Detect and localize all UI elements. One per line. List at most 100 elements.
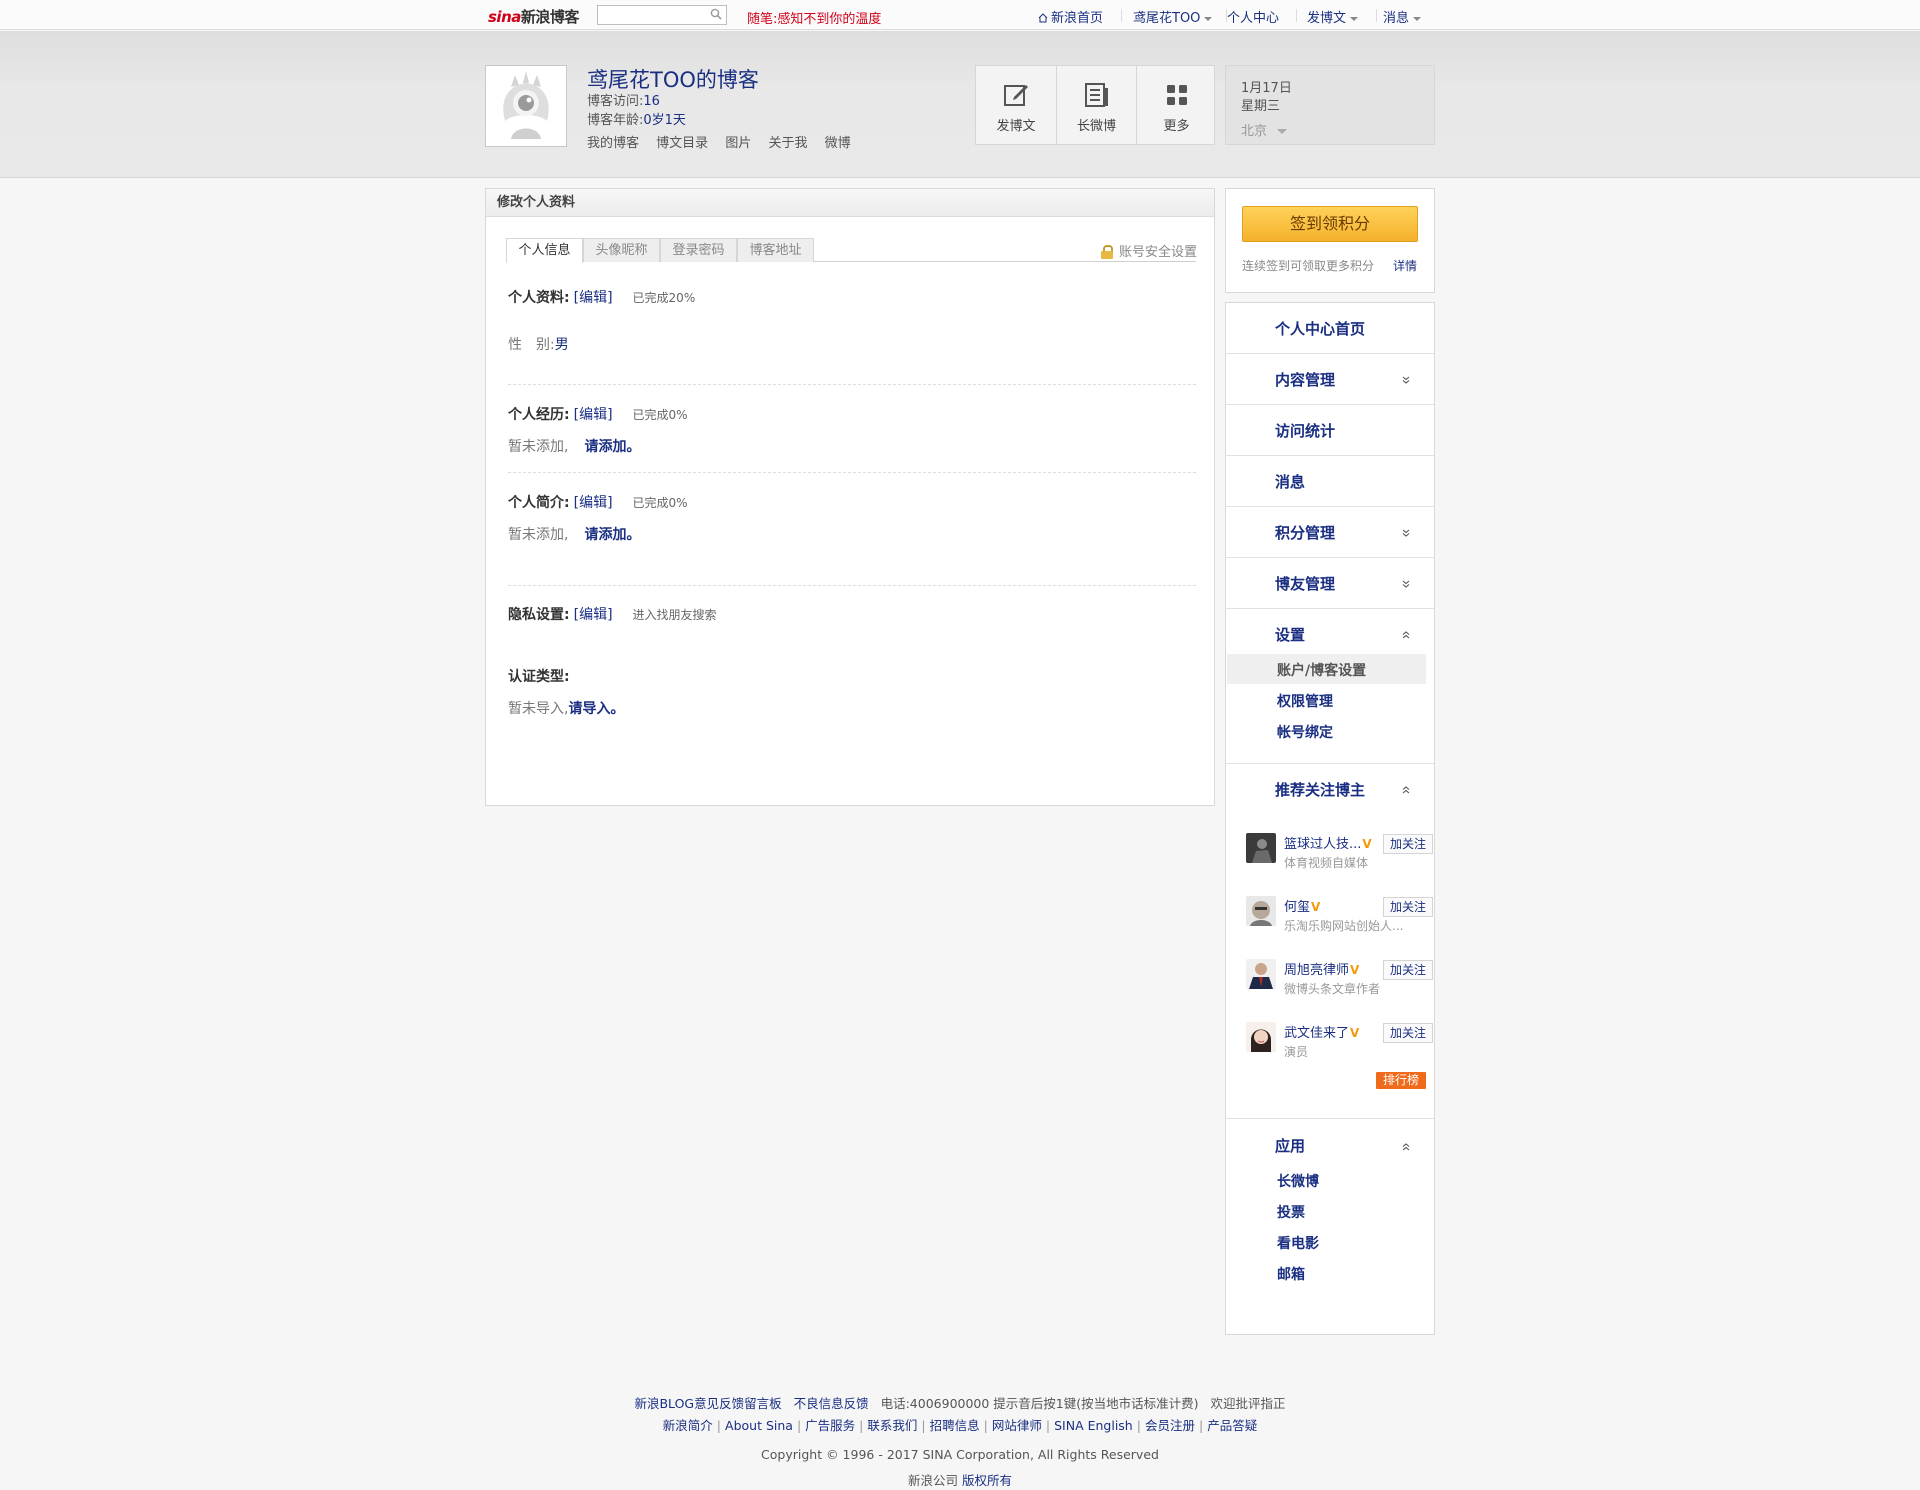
gender-row: 性 别:男: [508, 334, 569, 354]
verified-icon: V: [1350, 963, 1360, 977]
sina-blog-logo[interactable]: sina新浪博客: [488, 6, 579, 27]
footer-report-link[interactable]: 不良信息反馈: [794, 1396, 869, 1411]
sidebar-apps-label[interactable]: 应用: [1275, 1135, 1305, 1156]
city-selector[interactable]: 北京: [1241, 120, 1288, 139]
recommended-blogger-name[interactable]: 何玺V: [1284, 896, 1320, 915]
sidebar-subitem-account-settings[interactable]: 账户/博客设置: [1227, 654, 1426, 684]
sidebar-app-mail-label: 邮箱: [1277, 1267, 1305, 1283]
sidebar-app-vote[interactable]: 投票: [1227, 1196, 1426, 1226]
sidebar-recommend-label[interactable]: 推荐关注博主: [1275, 779, 1365, 800]
edit-experience-link[interactable]: [编辑]: [574, 407, 613, 423]
sidebar-item-content[interactable]: 内容管理: [1226, 354, 1434, 405]
footer-feedback-link[interactable]: 新浪BLOG意见反馈留言板: [634, 1396, 781, 1411]
sidebar-item-home[interactable]: 个人中心首页: [1226, 303, 1434, 354]
nav-personal-center[interactable]: 个人中心: [1227, 7, 1279, 26]
checkin-button[interactable]: 签到领积分: [1242, 206, 1418, 242]
avatar[interactable]: [485, 65, 567, 147]
chevron-up-icon[interactable]: [1402, 786, 1410, 794]
footer-link[interactable]: 联系我们: [867, 1418, 917, 1433]
blog-nav-links: 我的博客 博文目录 图片 关于我 微博: [587, 132, 864, 151]
footer-link[interactable]: 招聘信息: [930, 1418, 980, 1433]
tool-long-weibo[interactable]: 长微博: [1056, 66, 1136, 144]
edit-profile-link[interactable]: [编辑]: [574, 290, 613, 306]
recommended-blogger: 何玺V 乐淘乐购网站创始人... 加关注: [1246, 896, 1434, 946]
avatar[interactable]: [1246, 1022, 1276, 1052]
avatar[interactable]: [1246, 896, 1276, 926]
footer-link[interactable]: 产品答疑: [1207, 1418, 1257, 1433]
sidebar-item-stats[interactable]: 访问统计: [1226, 405, 1434, 456]
checkin-details-link[interactable]: 详情: [1393, 257, 1417, 274]
import-auth-link[interactable]: 请导入。: [568, 701, 624, 717]
tab-login-password[interactable]: 登录密码: [660, 238, 737, 262]
recommended-blogger-name[interactable]: 周旭亮律师V: [1284, 959, 1359, 978]
tab-blog-address[interactable]: 博客地址: [737, 238, 814, 262]
chevron-up-icon[interactable]: [1402, 1143, 1410, 1151]
nav-sina-home-label: 新浪首页: [1051, 11, 1104, 26]
follow-button[interactable]: 加关注: [1383, 834, 1433, 854]
footer-link[interactable]: SINA English: [1054, 1418, 1133, 1433]
suibi-note[interactable]: 随笔:感知不到你的温度: [747, 8, 881, 27]
sidebar-subitem-permissions[interactable]: 权限管理: [1227, 685, 1426, 715]
recommended-blogger-name[interactable]: 篮球过人技...V: [1284, 833, 1372, 852]
footer-link[interactable]: 新浪简介: [663, 1418, 713, 1433]
suibi-label: 随笔:: [747, 12, 778, 27]
footer-company-name: 新浪公司: [907, 1473, 958, 1488]
experience-empty-text: 暂未添加,: [508, 439, 569, 455]
chevron-down-icon: [1350, 16, 1359, 21]
footer-link[interactable]: 会员注册: [1145, 1418, 1195, 1433]
search-icon[interactable]: [710, 8, 722, 20]
sidebar-apps-section: 应用 长微博 投票 看电影 邮箱: [1226, 1119, 1434, 1335]
nav-divider: [1296, 9, 1297, 22]
blog-link-my-blog[interactable]: 我的博客: [587, 136, 639, 151]
ranking-button[interactable]: 排行榜: [1376, 1072, 1426, 1089]
nav-post-menu[interactable]: 发博文: [1307, 7, 1359, 26]
footer-link[interactable]: 广告服务: [805, 1418, 855, 1433]
avatar[interactable]: [1246, 833, 1276, 863]
follow-button[interactable]: 加关注: [1383, 960, 1433, 980]
sidebar-subitem-account-binding[interactable]: 帐号绑定: [1227, 716, 1426, 746]
sidebar-item-settings[interactable]: 设置 账户/博客设置 权限管理 帐号绑定: [1226, 609, 1434, 764]
nav-user-menu[interactable]: 鸢尾花TOO: [1133, 7, 1213, 26]
edit-privacy-link[interactable]: [编辑]: [574, 607, 613, 623]
edit-intro-link[interactable]: [编辑]: [574, 495, 613, 511]
account-security-link[interactable]: 账号安全设置: [1101, 241, 1197, 260]
sidebar-item-stats-label: 访问统计: [1275, 422, 1336, 440]
recommended-blogger-name-text: 武文佳来了: [1284, 1026, 1350, 1041]
tool-more[interactable]: 更多: [1136, 66, 1216, 144]
nav-messages-menu[interactable]: 消息: [1383, 7, 1422, 26]
recommended-blogger: 周旭亮律师V 微博头条文章作者 加关注: [1246, 959, 1434, 1009]
follow-button[interactable]: 加关注: [1383, 1023, 1433, 1043]
add-intro-link[interactable]: 请添加。: [584, 527, 640, 543]
grid-icon: [1166, 85, 1187, 105]
tab-personal-info[interactable]: 个人信息: [506, 238, 583, 263]
footer-copyright: Copyright © 1996 - 2017 SINA Corporation…: [0, 1447, 1920, 1462]
blog-link-catalog[interactable]: 博文目录: [656, 136, 708, 151]
intro-empty-text: 暂未添加,: [508, 527, 569, 543]
follow-button[interactable]: 加关注: [1383, 897, 1433, 917]
tool-post-article[interactable]: 发博文: [976, 66, 1056, 144]
footer-link[interactable]: 网站律师: [992, 1418, 1042, 1433]
nav-messages-label: 消息: [1383, 11, 1410, 26]
blog-link-photos[interactable]: 图片: [725, 136, 751, 151]
sidebar-item-points[interactable]: 积分管理: [1226, 507, 1434, 558]
sidebar-app-movies[interactable]: 看电影: [1227, 1227, 1426, 1257]
account-security-label: 账号安全设置: [1119, 245, 1198, 260]
chevron-up-icon: [1402, 631, 1410, 639]
search-input[interactable]: [598, 6, 703, 24]
sidebar-item-messages[interactable]: 消息: [1226, 456, 1434, 507]
blog-link-about[interactable]: 关于我: [768, 136, 807, 151]
blog-visits-label: 博客访问:: [587, 94, 644, 109]
section-divider: [508, 585, 1196, 586]
add-experience-link[interactable]: 请添加。: [584, 439, 640, 455]
avatar[interactable]: [1246, 959, 1276, 989]
nav-sina-home[interactable]: 新浪首页: [1038, 7, 1103, 26]
quick-tools: 发博文 长微博 更多: [975, 65, 1215, 145]
footer-link[interactable]: About Sina: [725, 1418, 793, 1433]
sidebar-item-friends[interactable]: 博友管理: [1226, 558, 1434, 609]
sidebar-app-mail[interactable]: 邮箱: [1227, 1258, 1426, 1288]
tab-avatar-nickname[interactable]: 头像昵称: [583, 238, 660, 262]
recommended-blogger-name[interactable]: 武文佳来了V: [1284, 1022, 1359, 1041]
blog-link-weibo[interactable]: 微博: [825, 136, 851, 151]
footer-rights-link[interactable]: 版权所有: [962, 1473, 1012, 1488]
sidebar-app-long-weibo[interactable]: 长微博: [1227, 1165, 1426, 1195]
